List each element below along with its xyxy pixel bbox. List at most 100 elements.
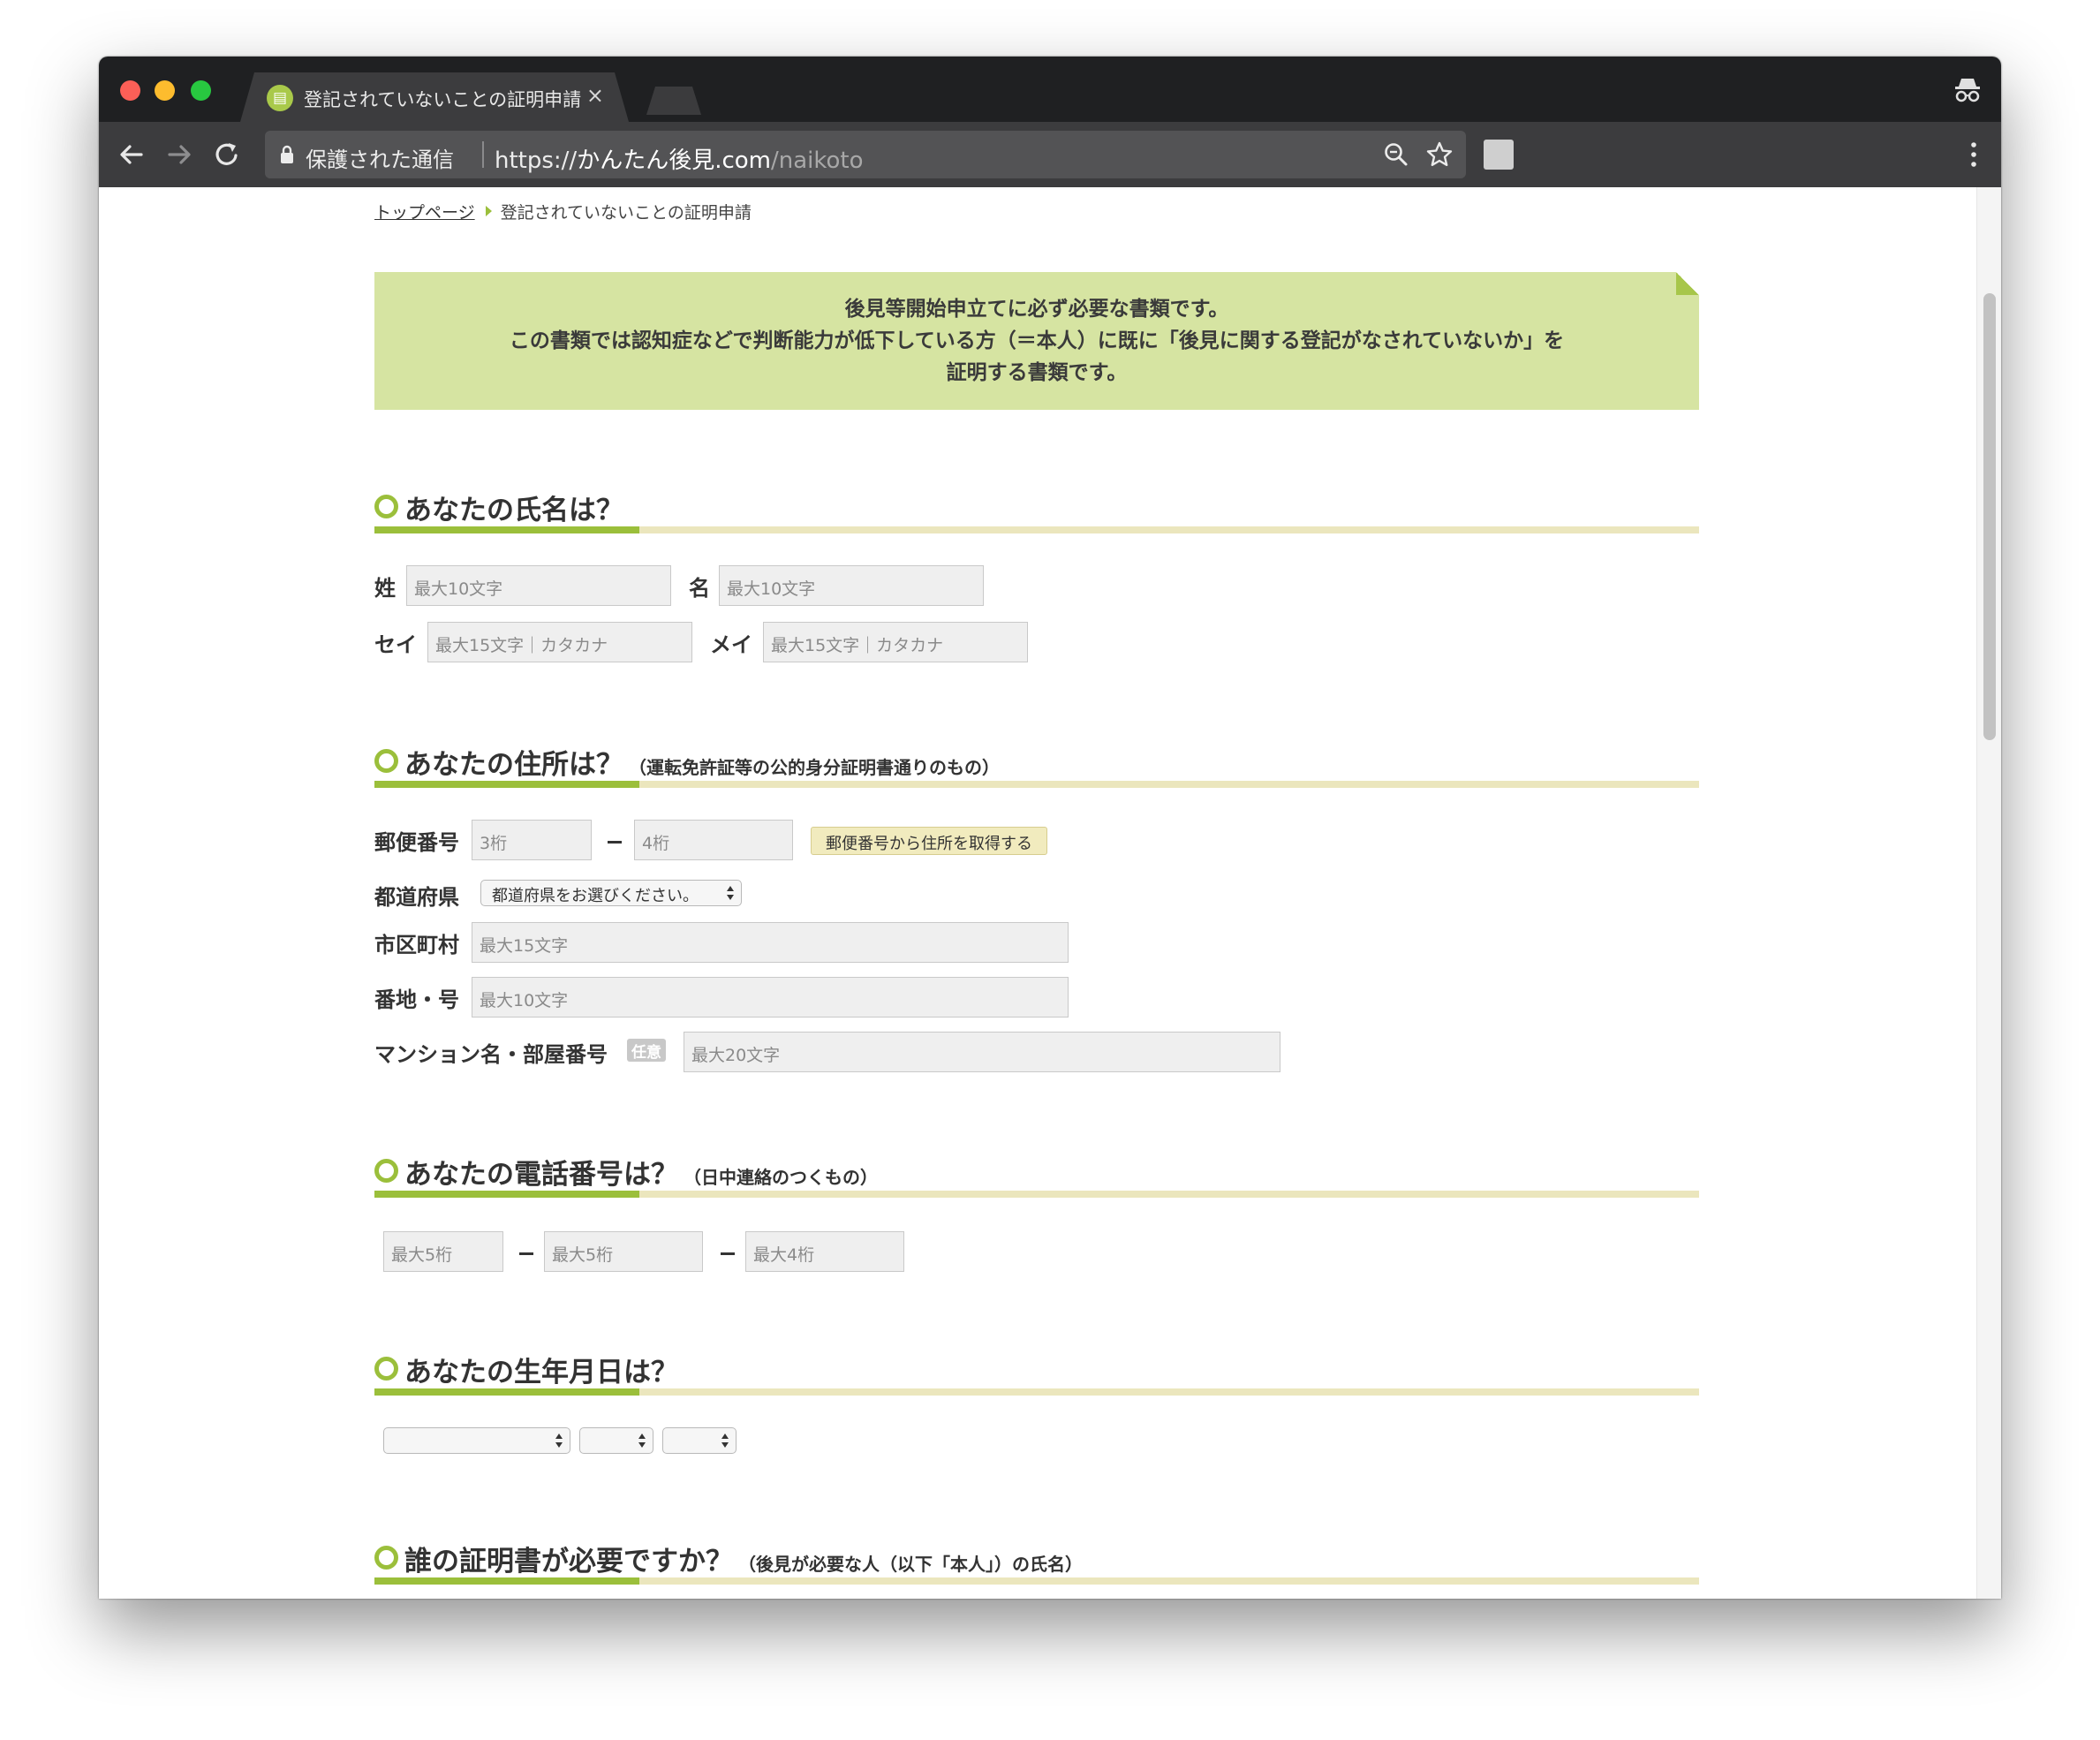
zip-first-input[interactable]: 3桁 bbox=[472, 820, 592, 860]
close-window-button[interactable] bbox=[120, 80, 140, 101]
building-input[interactable]: 最大20文字 bbox=[684, 1032, 1280, 1072]
notice-line-2: この書類では認知症などで判断能力が低下している方（＝本人）に既に「後見に関する登… bbox=[509, 329, 1565, 352]
zip-label: 郵便番号 bbox=[374, 830, 459, 855]
breadcrumb-home-link[interactable]: トップページ bbox=[374, 203, 475, 223]
url-path: /naikoto bbox=[771, 148, 864, 174]
phone-part-1-input[interactable]: 最大5桁 bbox=[383, 1231, 503, 1272]
select-arrows-icon bbox=[555, 1434, 563, 1448]
first-name-label: 名 bbox=[689, 576, 710, 601]
optional-badge: 任意 bbox=[627, 1039, 666, 1062]
section-underline bbox=[374, 1577, 1699, 1585]
section-title: あなたの氏名は？ bbox=[404, 495, 623, 526]
section-underline bbox=[374, 526, 1699, 533]
circle-bullet-icon bbox=[374, 495, 398, 518]
section-subtitle: （運転免許証等の公的身分証明書通りのもの） bbox=[629, 757, 1000, 778]
breadcrumb: トップページ 登記されていないことの証明申請 bbox=[374, 200, 752, 223]
phone-dash-1 bbox=[519, 1252, 533, 1255]
back-arrow-icon[interactable] bbox=[115, 138, 148, 171]
scrollbar-thumb[interactable] bbox=[1983, 293, 1996, 740]
prefecture-select[interactable]: 都道府県をお選びください。 bbox=[480, 880, 742, 906]
building-label: マンション名・部屋番号 bbox=[374, 1042, 608, 1067]
phone-dash-2 bbox=[721, 1252, 735, 1255]
lock-icon bbox=[281, 145, 293, 163]
birth-day-select[interactable] bbox=[662, 1427, 737, 1454]
info-notice: 後見等開始申立てに必ず必要な書類です。 この書類では認知症などで判断能力が低下し… bbox=[374, 272, 1699, 410]
first-name-input[interactable]: 最大10文字 bbox=[719, 565, 984, 606]
section-underline bbox=[374, 1191, 1699, 1198]
section-underline bbox=[374, 781, 1699, 788]
select-arrows-icon bbox=[721, 1434, 729, 1448]
birth-year-select[interactable] bbox=[383, 1427, 570, 1454]
section-title-text: あなたの電話番号は？ bbox=[404, 1159, 678, 1191]
secure-connection-label: 保護された通信 bbox=[306, 148, 454, 172]
zoom-icon[interactable] bbox=[1383, 141, 1409, 168]
favicon-icon: ▤ bbox=[267, 85, 293, 111]
menu-kebab-icon[interactable] bbox=[1969, 138, 1978, 171]
prefecture-label: 都道府県 bbox=[374, 885, 459, 910]
birthdate-section: あなたの生年月日は？ bbox=[374, 1348, 1699, 1454]
select-arrows-icon bbox=[727, 886, 734, 900]
browser-tab[interactable]: ▤ 登記されていないことの証明申請 × bbox=[240, 72, 629, 122]
extension-icon[interactable] bbox=[1484, 140, 1514, 170]
section-heading: あなたの氏名は？ bbox=[374, 486, 1699, 533]
address-section: あなたの住所は？ （運転免許証等の公的身分証明書通りのもの） 郵便番号 3桁 4桁… bbox=[374, 740, 1699, 1072]
section-title-text: 誰の証明書が必要ですか？ bbox=[404, 1546, 733, 1577]
section-subtitle: （日中連絡のつくもの） bbox=[684, 1167, 878, 1188]
name-section: あなたの氏名は？ 姓 最大10文字 名 最大10文字 セイ 最大15文字｜カタカ… bbox=[374, 486, 1699, 662]
section-heading: 誰の証明書が必要ですか？ （後見が必要な人（以下「本人」）の氏名） bbox=[374, 1537, 1699, 1585]
zoom-window-button[interactable] bbox=[191, 80, 211, 101]
last-name-label: 姓 bbox=[374, 576, 396, 601]
city-input[interactable]: 最大15文字 bbox=[472, 922, 1069, 963]
new-tab-button[interactable] bbox=[646, 87, 701, 115]
notice-line-3: 証明する書類です。 bbox=[946, 361, 1128, 384]
last-name-kana-label: セイ bbox=[374, 632, 417, 657]
circle-bullet-icon bbox=[374, 1159, 398, 1183]
tab-close-button[interactable]: × bbox=[586, 83, 604, 108]
circle-bullet-icon bbox=[374, 1357, 398, 1381]
section-subtitle: （後見が必要な人（以下「本人」）の氏名） bbox=[738, 1554, 1083, 1575]
url-host: かんたん後見.com bbox=[577, 148, 771, 174]
title-bar: ▤ 登記されていないことの証明申請 × bbox=[99, 57, 2001, 122]
last-name-input[interactable]: 最大10文字 bbox=[406, 565, 671, 606]
incognito-icon bbox=[1955, 79, 1980, 102]
vertical-scrollbar[interactable] bbox=[1976, 187, 2001, 1599]
browser-toolbar: 保護された通信 https://かんたん後見.com/naikoto bbox=[99, 122, 2001, 187]
section-title-text: あなたの住所は？ bbox=[404, 749, 623, 781]
section-underline bbox=[374, 1388, 1699, 1396]
zip-second-input[interactable]: 4桁 bbox=[634, 820, 793, 860]
zip-dash bbox=[608, 841, 622, 844]
page-viewport: トップページ 登記されていないことの証明申請 後見等開始申立てに必ず必要な書類です… bbox=[99, 187, 2001, 1599]
section-heading: あなたの住所は？ （運転免許証等の公的身分証明書通りのもの） bbox=[374, 740, 1699, 788]
zip-lookup-button[interactable]: 郵便番号から住所を取得する bbox=[811, 827, 1047, 855]
first-name-kana-input[interactable]: 最大15文字｜カタカナ bbox=[763, 622, 1028, 662]
reload-icon[interactable] bbox=[210, 138, 244, 171]
city-label: 市区町村 bbox=[374, 933, 459, 957]
subject-section: 誰の証明書が必要ですか？ （後見が必要な人（以下「本人」）の氏名） bbox=[374, 1537, 1699, 1585]
last-name-kana-input[interactable]: 最大15文字｜カタカナ bbox=[427, 622, 692, 662]
address-bar[interactable]: 保護された通信 https://かんたん後見.com/naikoto bbox=[265, 131, 1466, 178]
section-title: あなたの住所は？ （運転免許証等の公的身分証明書通りのもの） bbox=[404, 742, 1000, 782]
minimize-window-button[interactable] bbox=[155, 80, 175, 101]
url-scheme: https:// bbox=[495, 148, 578, 174]
section-heading: あなたの生年月日は？ bbox=[374, 1348, 1699, 1396]
block-input[interactable]: 最大10文字 bbox=[472, 977, 1069, 1018]
phone-part-2-input[interactable]: 最大5桁 bbox=[544, 1231, 703, 1272]
tab-title: 登記されていないことの証明申請 bbox=[304, 89, 582, 110]
url-text[interactable]: https://かんたん後見.com/naikoto bbox=[495, 142, 864, 175]
circle-bullet-icon bbox=[374, 1546, 398, 1570]
bookmark-star-icon[interactable] bbox=[1425, 140, 1454, 169]
section-heading: あなたの電話番号は？ （日中連絡のつくもの） bbox=[374, 1150, 1699, 1198]
section-title: 誰の証明書が必要ですか？ （後見が必要な人（以下「本人」）の氏名） bbox=[404, 1539, 1083, 1578]
phone-part-3-input[interactable]: 最大4桁 bbox=[745, 1231, 904, 1272]
birth-month-select[interactable] bbox=[579, 1427, 653, 1454]
phone-section: あなたの電話番号は？ （日中連絡のつくもの） 最大5桁 最大5桁 最大4桁 bbox=[374, 1150, 1699, 1272]
first-name-kana-label: メイ bbox=[710, 632, 752, 657]
prefecture-select-value: 都道府県をお選びください。 bbox=[492, 887, 699, 905]
notice-corner-fold bbox=[1676, 272, 1699, 295]
forward-arrow-icon[interactable] bbox=[162, 138, 196, 171]
section-title: あなたの電話番号は？ （日中連絡のつくもの） bbox=[404, 1152, 878, 1192]
circle-bullet-icon bbox=[374, 749, 398, 773]
section-title: あなたの生年月日は？ bbox=[404, 1357, 678, 1388]
address-divider bbox=[482, 141, 484, 168]
breadcrumb-arrow-icon bbox=[485, 206, 492, 216]
